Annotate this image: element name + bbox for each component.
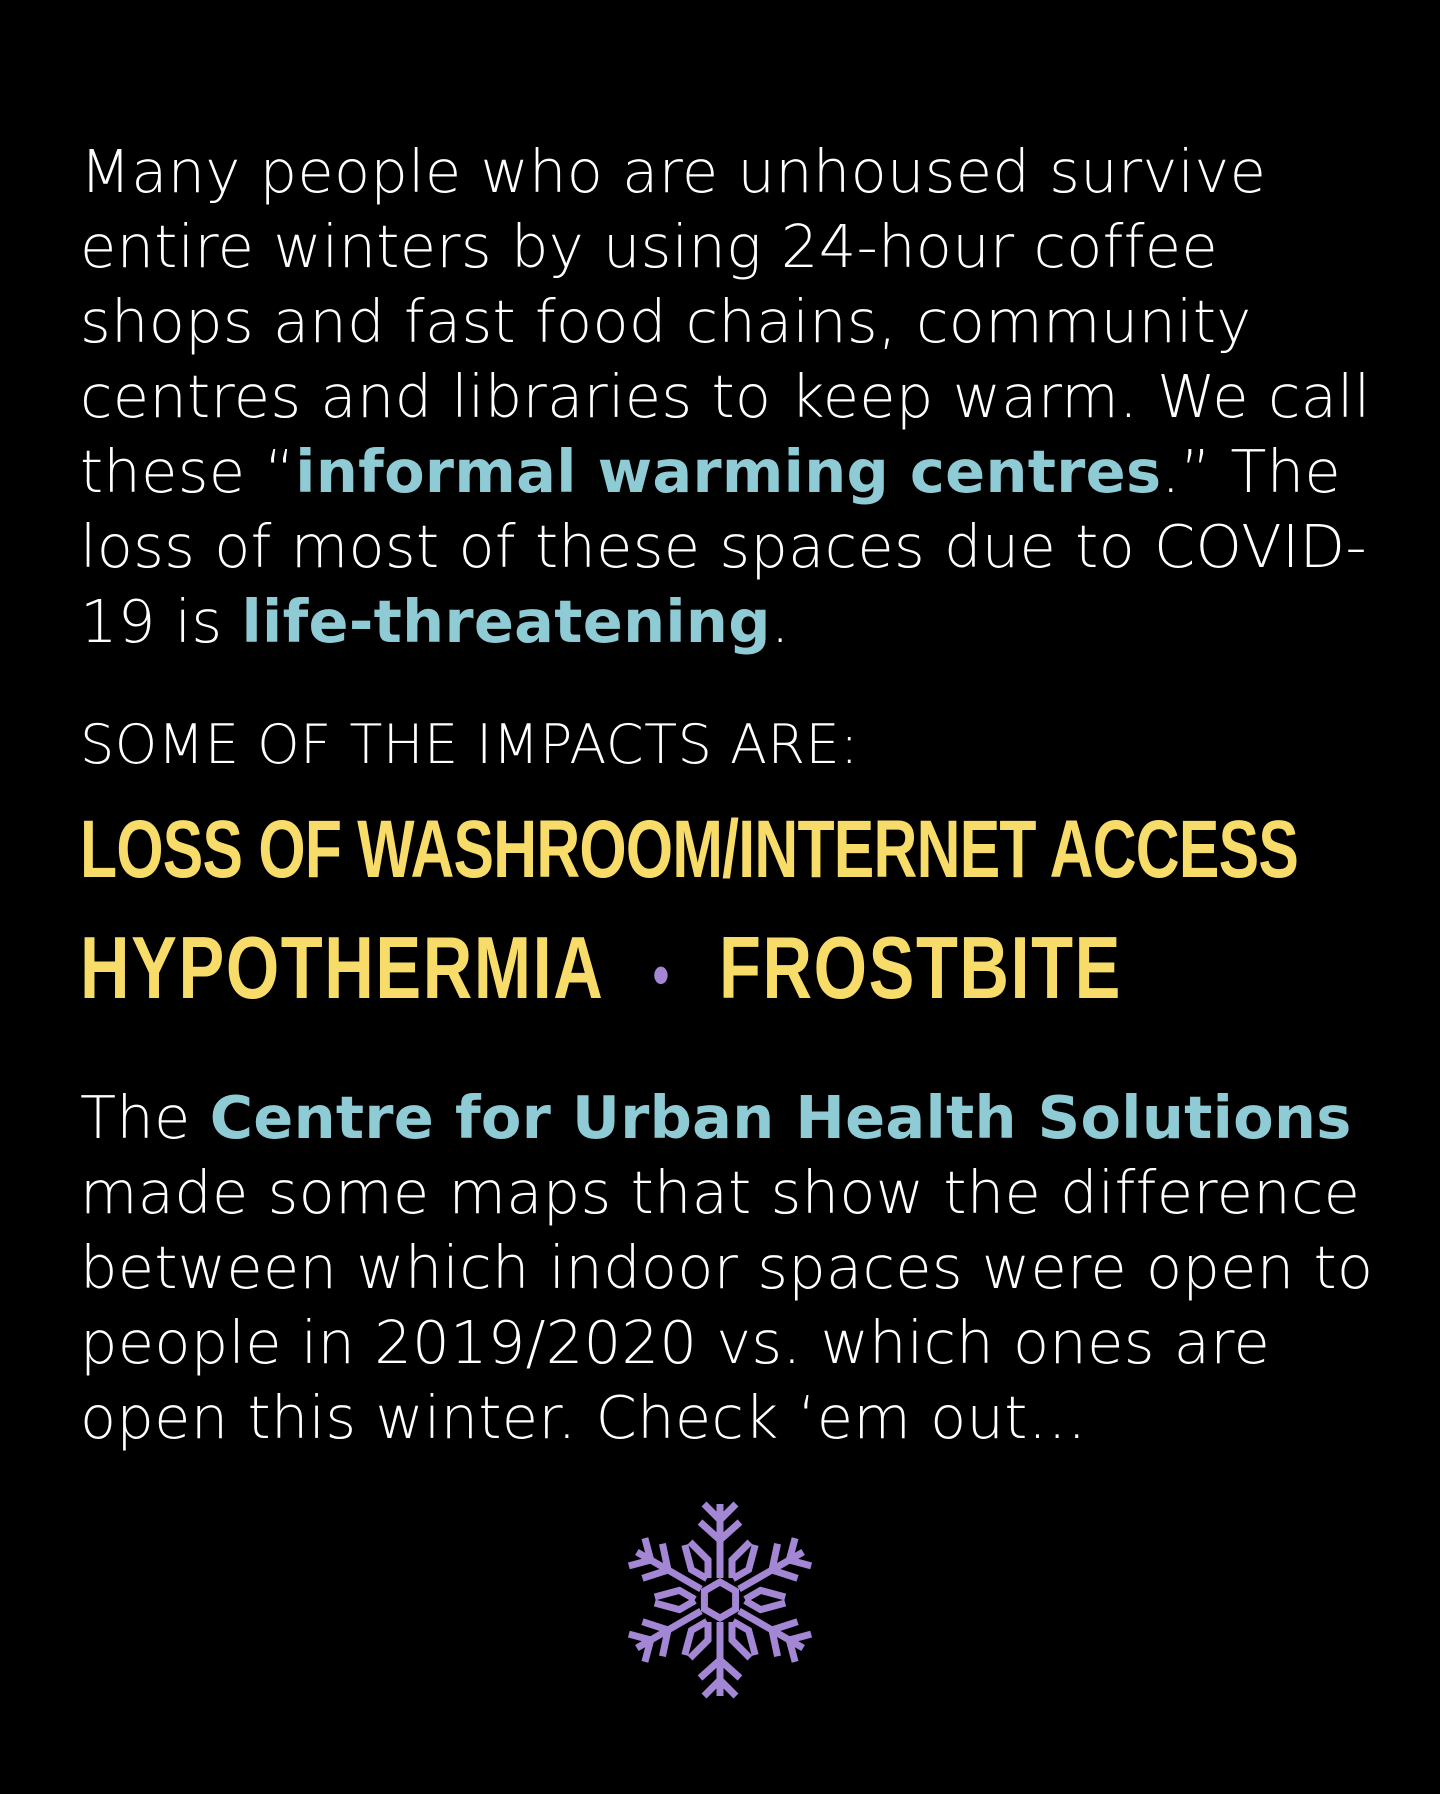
snowflake-icon <box>620 1501 820 1700</box>
outro-text-2: made some maps that show the difference … <box>80 1158 1374 1452</box>
outro-paragraph: The Centre for Urban Health Solutions ma… <box>80 1080 1380 1455</box>
bullet-separator-icon: • <box>652 940 671 1008</box>
informal-warming-centres-highlight: informal warming centres <box>295 437 1162 506</box>
impacts-heading: SOME OF THE IMPACTS ARE: <box>80 713 859 776</box>
intro-paragraph: Many people who are unhoused survive ent… <box>80 134 1380 659</box>
impact-washroom-internet: LOSS OF WASHROOM/INTERNET ACCESS <box>80 804 1299 895</box>
outro-text-1: The <box>80 1083 210 1152</box>
centre-for-urban-health-solutions-highlight: Centre for Urban Health Solutions <box>209 1083 1352 1152</box>
impact-row-2: HYPOTHERMIA • FROSTBITE <box>80 920 1122 1023</box>
impact-frostbite: FROSTBITE <box>719 918 1123 1017</box>
life-threatening-highlight: life-threatening <box>241 587 771 656</box>
infographic-page: Many people who are unhoused survive ent… <box>0 0 1440 1794</box>
intro-text-3: . <box>770 587 790 656</box>
impact-hypothermia: HYPOTHERMIA <box>80 918 605 1017</box>
